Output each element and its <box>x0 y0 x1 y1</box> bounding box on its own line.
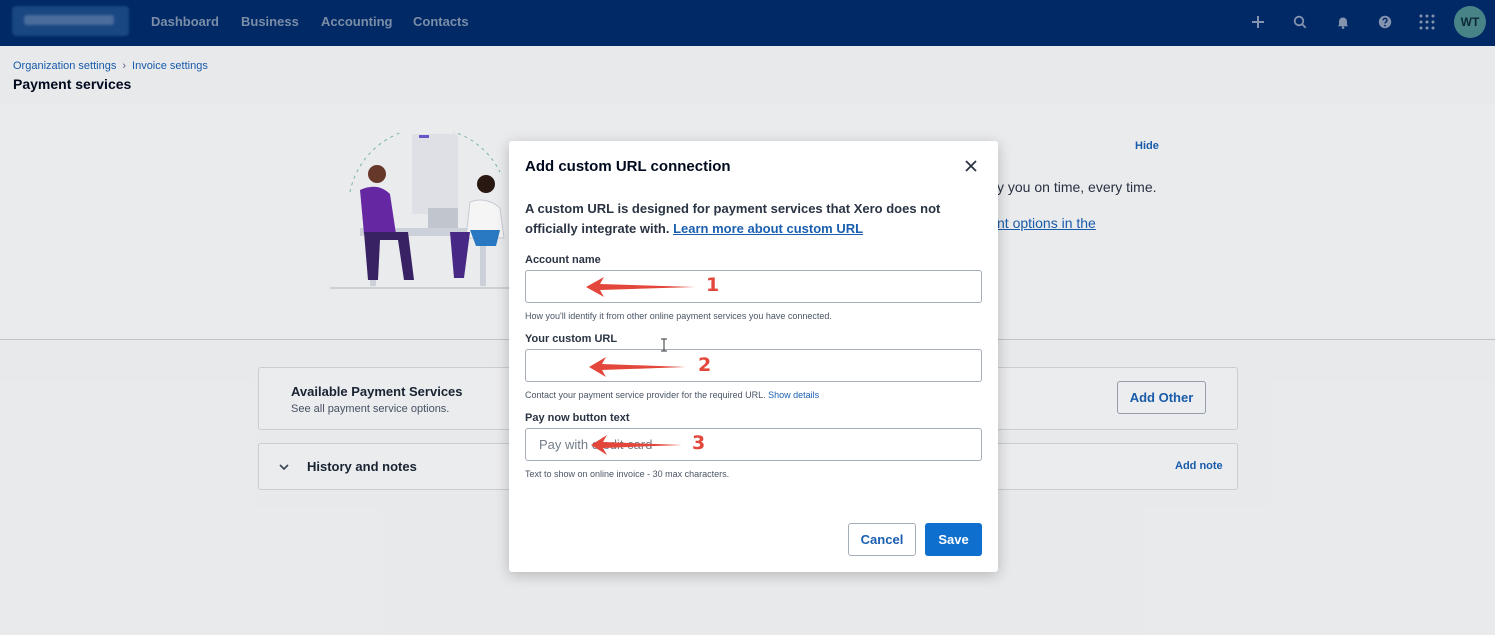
learn-more-link[interactable]: Learn more about custom URL <box>673 221 863 236</box>
custom-url-input[interactable] <box>525 349 982 382</box>
annotation-number-3: 3 <box>692 432 706 454</box>
text-cursor-icon <box>661 338 667 352</box>
dialog-title: Add custom URL connection <box>525 158 731 175</box>
account-name-help: How you'll identify it from other online… <box>525 311 832 321</box>
save-button[interactable]: Save <box>925 523 982 556</box>
dialog-description: A custom URL is designed for payment ser… <box>525 201 941 236</box>
show-details-link[interactable]: Show details <box>768 390 819 400</box>
pay-now-text-label: Pay now button text <box>525 412 630 424</box>
close-icon[interactable] <box>961 156 981 176</box>
add-custom-url-dialog: Add custom URL connection A custom URL i… <box>509 141 998 572</box>
cancel-button[interactable]: Cancel <box>848 523 916 556</box>
pay-now-text-input[interactable] <box>525 428 982 461</box>
annotation-number-2: 2 <box>698 354 712 376</box>
custom-url-label: Your custom URL <box>525 333 618 345</box>
annotation-number-1: 1 <box>706 274 720 296</box>
account-name-input[interactable] <box>525 270 982 303</box>
custom-url-help: Contact your payment service provider fo… <box>525 390 820 400</box>
pay-now-text-help: Text to show on online invoice - 30 max … <box>525 469 730 479</box>
account-name-label: Account name <box>525 254 601 266</box>
